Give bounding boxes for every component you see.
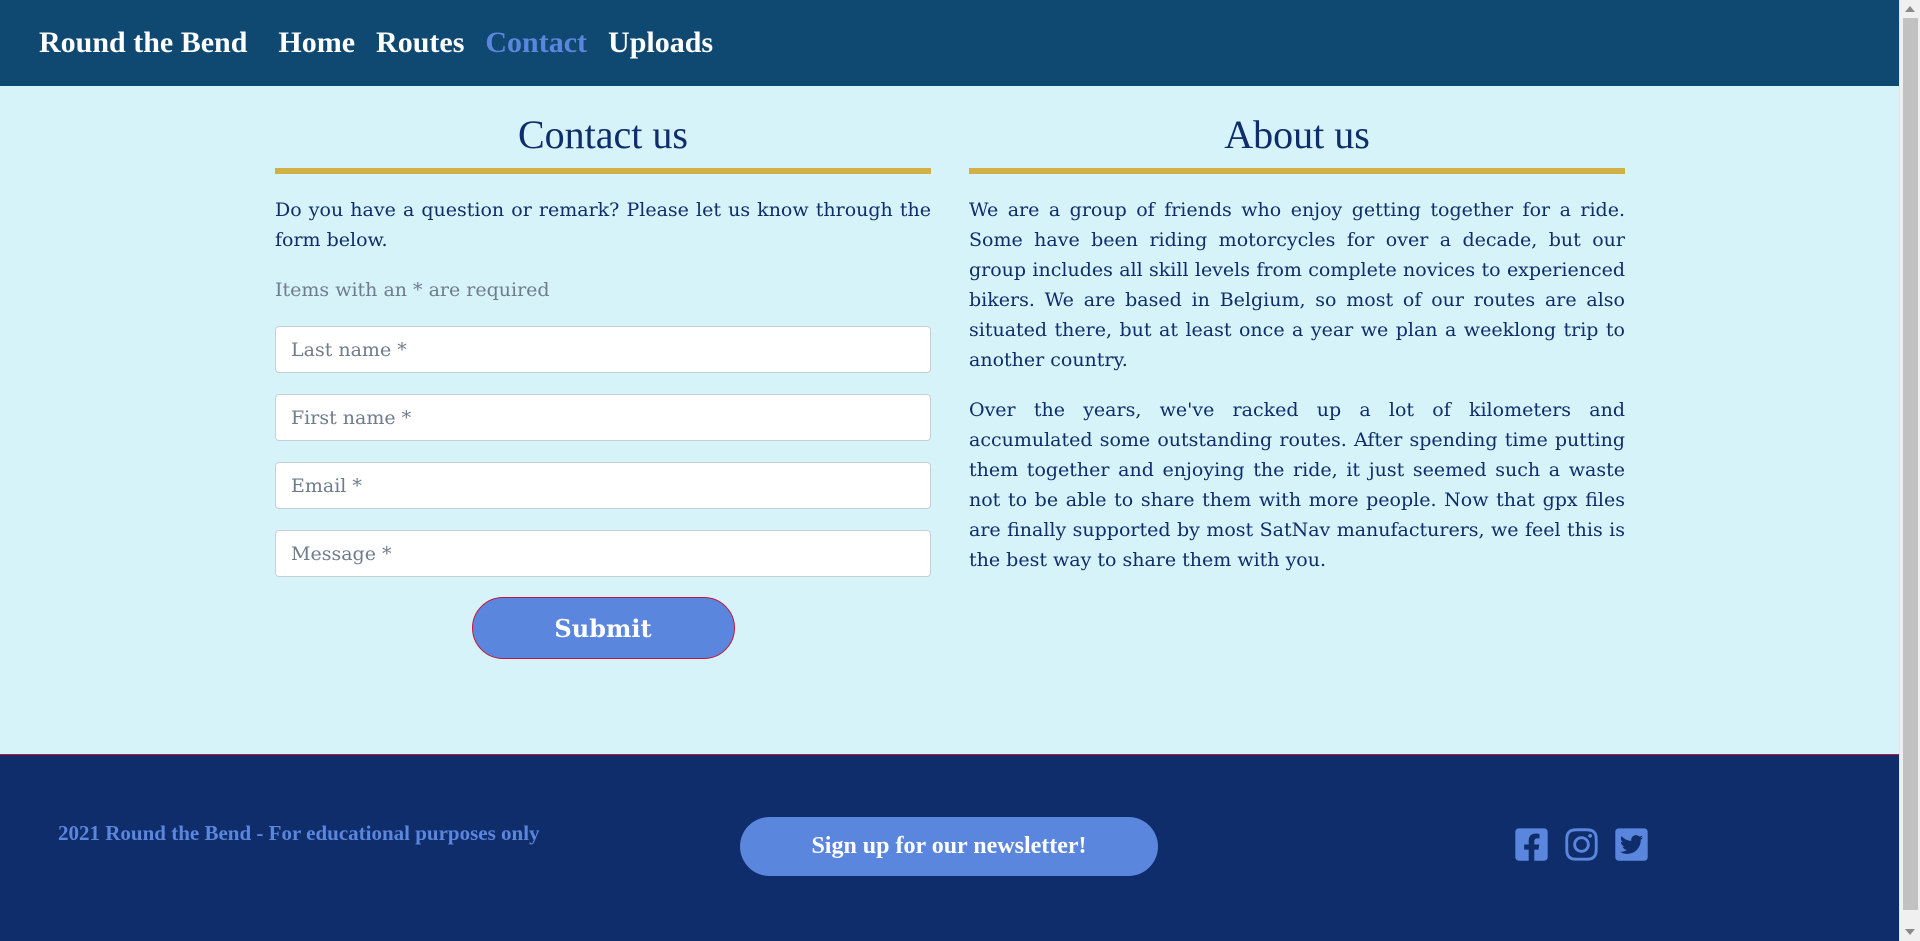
facebook-icon[interactable] xyxy=(1513,826,1550,863)
footer: 2021 Round the Bend - For educational pu… xyxy=(0,754,1899,941)
about-title: About us xyxy=(1224,112,1370,157)
twitter-icon[interactable] xyxy=(1613,826,1650,863)
about-paragraph-1: We are a group of friends who enjoy gett… xyxy=(969,199,1625,371)
contact-intro: Do you have a question or remark? Please… xyxy=(275,199,931,251)
submit-button[interactable]: Submit xyxy=(471,597,735,659)
scroll-up-arrow-icon[interactable] xyxy=(1905,6,1915,12)
nav-link-routes[interactable]: Routes xyxy=(376,26,464,60)
nav-link-contact[interactable]: Contact xyxy=(485,26,587,60)
contact-section: Contact us Do you have a question or rem… xyxy=(275,86,931,659)
contact-title: Contact us xyxy=(518,112,688,157)
about-section: About us We are a group of friends who e… xyxy=(969,86,1625,575)
brand-logo-link[interactable]: Round the Bend xyxy=(39,26,247,60)
instagram-icon[interactable] xyxy=(1563,826,1600,863)
navbar: Round the Bend Home Routes Contact Uploa… xyxy=(0,0,1899,86)
email-field[interactable] xyxy=(275,462,931,509)
contact-title-divider xyxy=(275,168,931,174)
vertical-scrollbar[interactable] xyxy=(1899,0,1920,941)
message-field[interactable] xyxy=(275,530,931,577)
required-note: Items with an * are required xyxy=(275,279,550,301)
contact-form: Submit xyxy=(275,326,931,659)
nav-link-home[interactable]: Home xyxy=(278,26,355,60)
social-links xyxy=(1513,826,1663,863)
nav-links: Home Routes Contact Uploads xyxy=(278,26,734,60)
about-paragraph-2: Over the years, we've racked up a lot of… xyxy=(969,399,1625,571)
newsletter-signup-button[interactable]: Sign up for our newsletter! xyxy=(740,817,1158,876)
nav-link-uploads[interactable]: Uploads xyxy=(608,26,713,60)
scroll-down-arrow-icon[interactable] xyxy=(1905,929,1915,935)
about-title-divider xyxy=(969,168,1625,174)
page: Round the Bend Home Routes Contact Uploa… xyxy=(0,0,1920,941)
copyright-text: 2021 Round the Bend - For educational pu… xyxy=(58,821,540,845)
last-name-field[interactable] xyxy=(275,326,931,373)
scroll-thumb[interactable] xyxy=(1903,18,1918,910)
first-name-field[interactable] xyxy=(275,394,931,441)
